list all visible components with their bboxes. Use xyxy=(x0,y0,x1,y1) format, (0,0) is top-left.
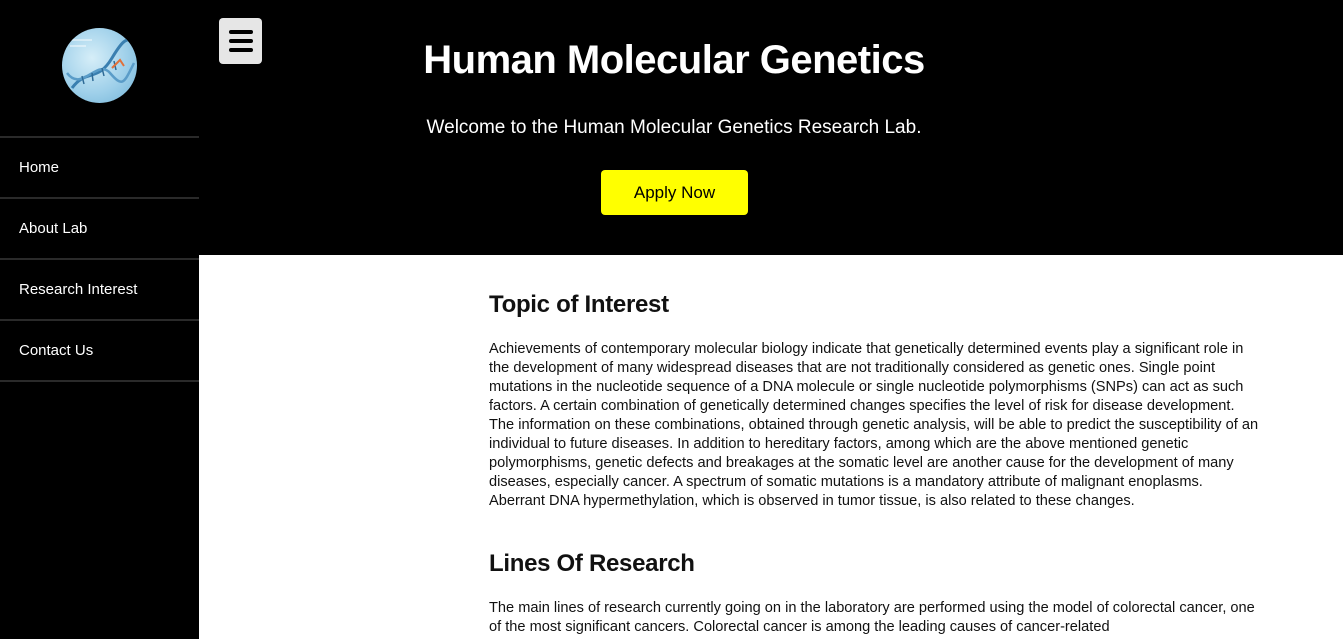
sidebar-item-research-interest[interactable]: Research Interest xyxy=(0,260,199,321)
sidebar-item-label: About Lab xyxy=(19,220,88,237)
sidebar-item-label: Research Interest xyxy=(19,281,138,298)
sidebar: Home About Lab Research Interest Contact… xyxy=(0,0,199,639)
sidebar-item-home[interactable]: Home xyxy=(0,138,199,199)
page-subtitle: Welcome to the Human Molecular Genetics … xyxy=(426,117,922,138)
sidebar-item-label: Home xyxy=(19,159,60,176)
sidebar-item-about-lab[interactable]: About Lab xyxy=(0,199,199,260)
section-body-lines-of-research: The main lines of research currently goi… xyxy=(489,600,1255,635)
page-title: Human Molecular Genetics xyxy=(423,38,925,82)
section-heading-lines-of-research: Lines Of Research xyxy=(489,550,695,577)
sidebar-item-label: Contact Us xyxy=(19,342,94,359)
section-heading-topic-of-interest: Topic of Interest xyxy=(489,291,669,318)
sidebar-item-contact-us[interactable]: Contact Us xyxy=(0,321,199,382)
sidebar-nav: Home About Lab Research Interest Contact… xyxy=(0,136,199,382)
apply-now-button[interactable]: Apply Now xyxy=(601,170,748,215)
section-body-topic-of-interest: Achievements of contemporary molecular b… xyxy=(489,341,1259,509)
